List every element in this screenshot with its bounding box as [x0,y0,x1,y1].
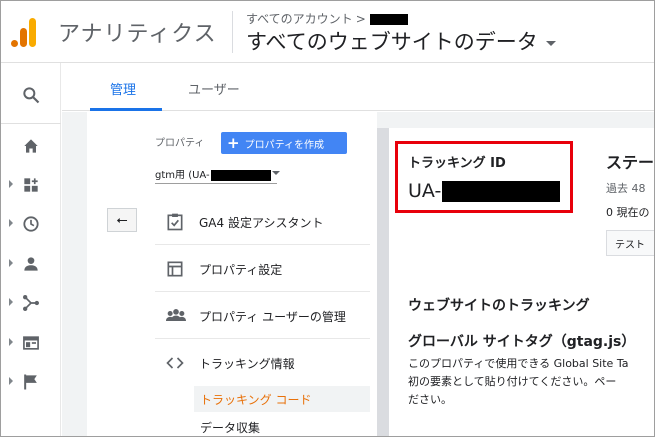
status-title: ステー [606,153,655,172]
expand-arrow-icon [9,338,13,346]
rail-customization[interactable] [1,169,61,201]
view-title: すべてのウェブサイトのデータ [246,30,538,54]
submenu-data-collection[interactable]: データ収集 [194,414,370,436]
menu-label: プロパティ ユーザーの管理 [199,310,346,324]
website-tracking-title: ウェブサイトのトラッキング [408,298,590,314]
view-selector[interactable]: すべてのウェブサイトのデータ [246,26,556,56]
home-icon [24,139,38,153]
left-nav-rail [1,63,61,436]
rail-behavior[interactable] [1,327,61,359]
realtime-icon [23,216,39,232]
conversions-icon [24,374,37,390]
tab-user[interactable]: ユーザー [188,79,240,98]
active-tab-indicator [90,108,162,111]
rail-search[interactable] [1,79,61,111]
caret-down-icon [545,40,556,46]
app-title: アナリティクス [58,22,217,47]
menu-label: GA4 設定アシスタント [199,216,324,230]
dropdown-caret-icon[interactable] [272,171,280,175]
rail-acquisition[interactable] [1,287,61,319]
status-past: 過去 48 [606,182,646,195]
rail-audience[interactable] [1,248,61,280]
tab-admin[interactable]: 管理 [110,79,136,98]
property-column: プロパティ + プロパティを作成 gtm用 (UA- ⭠ GA4 設定アシスタン… [87,112,377,436]
audience-icon [24,257,38,271]
top-header: アナリティクス すべてのアカウント > すべてのウェブサイトのデータ [1,1,654,63]
tracking-code-panel: トラッキング ID UA- ステー 過去 48 0 現在の テスト ウェブサイト… [389,128,655,436]
submenu-tracking-code[interactable]: トラッキング コード [194,386,370,412]
expand-arrow-icon [9,298,13,306]
property-label: プロパティ [155,138,205,149]
behavior-icon [23,336,39,350]
expand-arrow-icon [9,259,13,267]
tracking-id-highlight: トラッキング ID UA- [395,141,573,213]
app-frame: アナリティクス すべてのアカウント > すべてのウェブサイトのデータ 管理 ユー… [0,0,655,437]
breadcrumb[interactable]: すべてのアカウント > [246,10,408,27]
menu-property-settings[interactable]: プロパティ設定 [155,246,370,292]
menu-property-user-management[interactable]: プロパティ ユーザーの管理 [155,293,370,339]
expand-arrow-icon [9,219,13,227]
rail-realtime[interactable] [1,208,61,240]
breadcrumb-chevron-icon: > [355,12,366,26]
redacted-tracking-id [442,180,561,202]
property-selected: gtm用 (UA- [155,170,210,181]
gtag-description: このプロパティで使用できる Global Site Ta 初の要素として貼り付け… [408,355,654,409]
layout-icon [167,261,183,277]
status-now: 0 現在の [606,206,650,219]
people-icon [166,309,186,321]
back-arrow-button[interactable]: ⭠ [107,208,137,232]
create-property-label: プロパティを作成 [244,139,324,151]
analytics-logo-icon[interactable] [11,18,39,48]
desc-line: ださい。 [408,393,452,406]
checklist-icon [167,213,183,231]
send-test-button[interactable]: テスト [606,230,654,256]
property-selector[interactable]: gtm用 (UA- [155,166,279,181]
tracking-id-prefix: UA- [408,180,442,202]
plus-icon: + [227,134,240,152]
desc-line: 初の要素として貼り付けてください。ペー [408,375,617,388]
admin-tabs: 管理 ユーザー [62,63,654,111]
property-selector-underline [155,183,277,184]
acquisition-icon [23,295,39,311]
create-property-button[interactable]: + プロパティを作成 [221,132,347,154]
header-divider [232,11,233,53]
search-icon [23,87,40,104]
rail-home[interactable] [1,130,61,162]
rail-separator [1,123,61,124]
desc-line: このプロパティで使用できる Global Site Ta [408,357,629,370]
column-divider [377,128,389,436]
code-icon [166,357,184,369]
customization-icon [24,178,38,192]
menu-label: プロパティ設定 [199,263,283,277]
tracking-id-value: UA- [408,180,561,202]
rail-conversions[interactable] [1,366,61,398]
menu-label: トラッキング情報 [199,357,295,371]
menu-ga4-setup-assistant[interactable]: GA4 設定アシスタント [155,199,370,245]
redacted-property-id [210,169,271,181]
expand-arrow-icon [9,180,13,188]
redacted-account-name [369,14,408,25]
expand-arrow-icon [9,377,13,385]
menu-tracking-info[interactable]: トラッキング情報 [155,340,370,386]
gtag-title: グローバル サイトタグ（gtag.js） [408,334,636,350]
breadcrumb-account[interactable]: すべてのアカウント [246,12,353,26]
tracking-id-title: トラッキング ID [408,156,506,171]
